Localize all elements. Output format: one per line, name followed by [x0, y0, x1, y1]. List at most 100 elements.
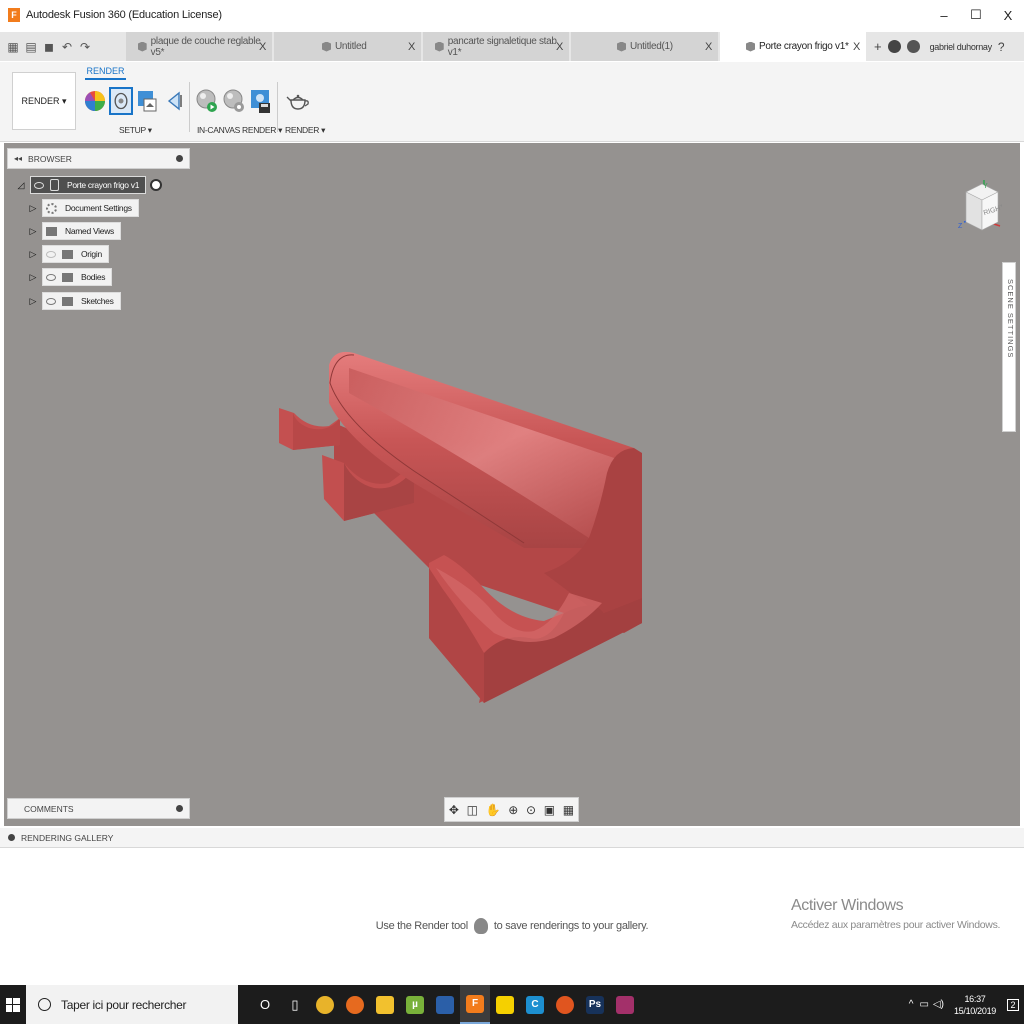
browser-node-document-settings[interactable]: ▷ Document Settings [28, 199, 139, 217]
clock[interactable]: 16:37 15/10/2019 [954, 993, 996, 1017]
undo-icon[interactable]: ↶ [60, 40, 74, 54]
expand-arrow-icon[interactable]: ▷ [28, 203, 38, 214]
pin-panel-icon[interactable] [176, 155, 183, 162]
visibility-eye-icon[interactable] [46, 273, 56, 281]
photoshop-icon[interactable]: Ps [580, 985, 610, 1024]
root-component-label[interactable]: Porte crayon frigo v1 [30, 176, 147, 194]
browser-root-node[interactable]: ◿ Porte crayon frigo v1 [16, 176, 163, 194]
appearance-icon[interactable] [83, 87, 107, 115]
visibility-eye-icon[interactable] [34, 181, 44, 189]
tray-arrow-icon[interactable]: ^ [909, 999, 914, 1010]
display-settings-icon[interactable]: ▣ [544, 803, 555, 817]
setup-group-label[interactable]: SETUP ▾ [119, 125, 152, 136]
redo-icon[interactable]: ↷ [78, 40, 92, 54]
close-tab-icon[interactable]: X [853, 41, 860, 53]
decal-icon[interactable] [163, 87, 187, 115]
render-toolbar: RENDER ▾ RENDER SETUP ▾ IN-CANVAS RENDER… [0, 62, 1024, 142]
user-account[interactable]: gabriel duhornay [930, 42, 993, 52]
windows-start-button[interactable] [0, 985, 26, 1024]
canvas-viewport[interactable]: ◂◂ BROWSER ◿ Porte crayon frigo v1 ▷ Doc… [4, 143, 1020, 826]
close-tab-icon[interactable]: X [556, 41, 563, 53]
look-at-icon[interactable]: ◫ [467, 803, 478, 817]
taskbar-search-box[interactable]: Taper ici pour rechercher [26, 985, 238, 1024]
task-view-icon[interactable]: ▯ [280, 985, 310, 1024]
windows-logo-icon [6, 997, 20, 1012]
taskbar-apps: O ▯ µ F C Ps [250, 985, 640, 1024]
maximize-button[interactable]: ☐ [960, 0, 992, 30]
close-window-button[interactable]: X [992, 0, 1024, 30]
fusion-360-icon[interactable]: F [460, 985, 490, 1024]
viewcube[interactable]: RIGHT Y Z [958, 178, 1002, 236]
workspace-switcher[interactable]: RENDER ▾ [12, 72, 76, 130]
collapse-triangle-icon[interactable]: ◿ [16, 180, 26, 191]
chrome-icon[interactable] [310, 985, 340, 1024]
orbit-icon[interactable]: ✥ [449, 803, 459, 817]
expand-arrow-icon[interactable]: ▷ [28, 226, 38, 237]
comments-panel-header[interactable]: COMMENTS [7, 798, 190, 819]
activate-radio-icon[interactable] [150, 179, 163, 191]
browser-node-sketches[interactable]: ▷ Sketches [28, 292, 121, 310]
fit-icon[interactable]: ⊙ [526, 803, 536, 817]
browser-node-bodies[interactable]: ▷ Bodies [28, 268, 113, 286]
firefox-2-icon[interactable] [550, 985, 580, 1024]
in-canvas-render-group-label[interactable]: IN-CANVAS RENDER ▾ [197, 125, 282, 136]
cortana-icon[interactable]: O [250, 985, 280, 1024]
browser-node-named-views[interactable]: ▷ Named Views [28, 222, 121, 240]
tab-render[interactable]: RENDER [85, 66, 126, 80]
pan-hand-icon[interactable]: ✋ [486, 803, 501, 817]
new-tab-icon[interactable]: + [874, 39, 882, 54]
job-status-icon[interactable] [887, 40, 901, 53]
winrar-icon[interactable] [610, 985, 640, 1024]
close-tab-icon[interactable]: X [259, 41, 266, 53]
zoom-icon[interactable]: ⊕ [508, 803, 518, 817]
texture-map-icon[interactable] [136, 87, 160, 115]
data-panel-grid-icon[interactable]: ▦ [6, 40, 20, 54]
gallery-toggle-icon[interactable] [8, 834, 15, 841]
scene-settings-tab[interactable]: SCENE SETTINGS [1002, 262, 1016, 432]
visibility-eye-icon[interactable] [46, 297, 56, 305]
browser-panel-header[interactable]: ◂◂ BROWSER [7, 148, 190, 169]
render-group-label[interactable]: RENDER ▾ [285, 125, 325, 136]
help-icon[interactable]: ? [998, 40, 1005, 54]
rendering-gallery-header[interactable]: RENDERING GALLERY [0, 828, 1024, 848]
design-icon [138, 41, 147, 52]
sticky-notes-icon[interactable] [490, 985, 520, 1024]
collapse-panel-icon[interactable]: ◂◂ [14, 154, 22, 163]
expand-arrow-icon[interactable]: ▷ [28, 272, 38, 283]
tab-label: Untitled(1) [630, 41, 673, 52]
volume-icon[interactable]: ◁) [933, 999, 944, 1010]
save-icon[interactable]: ◼ [42, 40, 56, 54]
avast-icon[interactable] [430, 985, 460, 1024]
file-explorer-icon[interactable] [370, 985, 400, 1024]
expand-arrow-icon[interactable]: ▷ [28, 249, 38, 260]
document-tab-active[interactable]: Porte crayon frigo v1* X [720, 32, 868, 61]
in-canvas-render-icon[interactable] [195, 87, 219, 115]
expand-arrow-icon[interactable]: ▷ [28, 296, 38, 307]
file-menu-icon[interactable]: ▤ [24, 40, 38, 54]
add-comment-icon[interactable] [176, 805, 183, 812]
network-icon[interactable]: ▭ [919, 999, 928, 1010]
document-tab[interactable]: Untitled(1) X [571, 32, 720, 61]
notification-icon[interactable] [906, 40, 920, 53]
in-canvas-render-settings-icon[interactable] [222, 87, 246, 115]
close-tab-icon[interactable]: X [705, 41, 712, 53]
system-tray: ^ ▭ ◁) 16:37 15/10/2019 2 [909, 985, 1024, 1024]
document-tab[interactable]: plaque de couche reglable v5* X [126, 32, 274, 61]
minimize-button[interactable]: – [928, 0, 960, 30]
folder-icon [46, 226, 57, 236]
scene-settings-tool-icon[interactable] [109, 87, 133, 115]
capture-image-icon[interactable] [249, 87, 273, 115]
visibility-eye-icon[interactable] [46, 250, 56, 258]
pencil-holder-model[interactable] [4, 143, 1020, 826]
document-tab[interactable]: pancarte signaletique stab v1* X [423, 32, 571, 61]
component-icon [50, 179, 59, 191]
ccleaner-icon[interactable]: C [520, 985, 550, 1024]
document-tab[interactable]: Untitled X [274, 32, 423, 61]
utorrent-icon[interactable]: µ [400, 985, 430, 1024]
render-teapot-icon[interactable] [286, 87, 310, 115]
browser-node-origin[interactable]: ▷ Origin [28, 245, 109, 263]
notification-center-icon[interactable]: 2 [1002, 985, 1024, 1024]
firefox-icon[interactable] [340, 985, 370, 1024]
close-tab-icon[interactable]: X [408, 41, 415, 53]
grid-settings-icon[interactable]: ▦ [563, 803, 574, 817]
